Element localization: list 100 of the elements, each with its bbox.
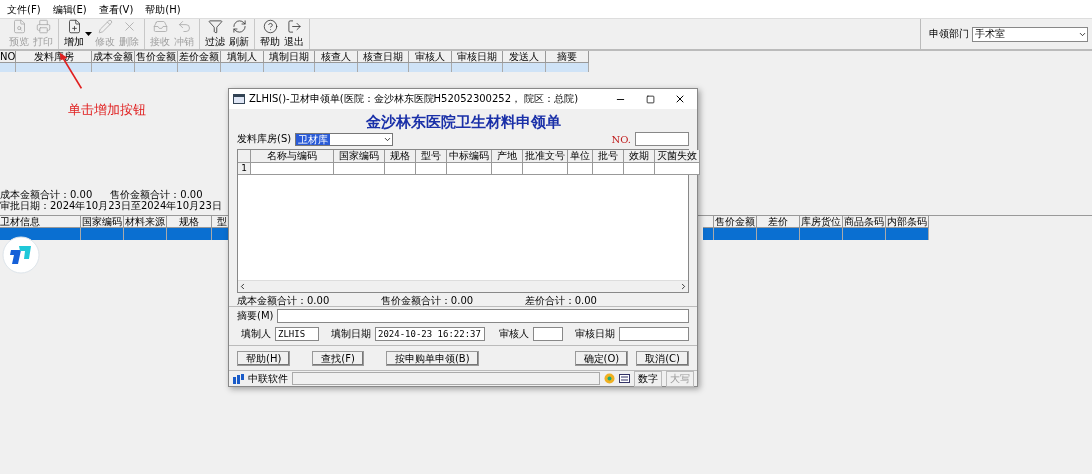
total-text: 售价金额合计：0.00	[110, 189, 203, 200]
column-header[interactable]: 发送人	[503, 51, 547, 63]
table-cell[interactable]	[492, 163, 523, 175]
table-cell[interactable]	[568, 163, 593, 175]
field-label: 申领部门	[929, 27, 969, 41]
column-header[interactable]: 填制日期	[264, 51, 316, 63]
column-header[interactable]: 规格	[385, 150, 416, 163]
toolbar-button[interactable]: 刷新	[228, 19, 250, 49]
text-field[interactable]: ZLHIS	[275, 327, 319, 341]
menu-item[interactable]: 查看(V)	[95, 3, 137, 17]
dialog-button[interactable]: 按申购单申领(B)	[385, 351, 479, 366]
menu-item[interactable]: 帮助(H)	[142, 3, 184, 17]
toolbar-button[interactable]: 过滤	[204, 19, 226, 49]
number-field[interactable]	[635, 132, 689, 146]
column-header[interactable]: 填制人	[221, 51, 265, 63]
table-cell[interactable]	[447, 163, 492, 175]
field-label: 摘要(M)	[237, 309, 274, 323]
column-header[interactable]	[703, 216, 714, 228]
table-cell[interactable]	[251, 163, 334, 175]
column-header[interactable]: 差价	[757, 216, 800, 228]
document-plus-icon	[66, 19, 82, 34]
undo-icon	[176, 19, 192, 34]
column-header[interactable]: 审核日期	[452, 51, 504, 63]
dialog-button[interactable]: 帮助(H)	[237, 351, 291, 366]
field-label: 审核人	[499, 327, 529, 341]
table-cell[interactable]	[655, 163, 700, 175]
maximize-icon	[645, 94, 655, 104]
table-cell[interactable]	[523, 163, 568, 175]
window-icon	[233, 94, 245, 104]
column-header[interactable]: 国家编码	[334, 150, 385, 163]
menu-item[interactable]: 编辑(E)	[49, 3, 90, 17]
department-select[interactable]: 手术室	[972, 26, 1088, 42]
text-field[interactable]: 2024-10-23 16:22:37	[375, 327, 485, 341]
column-header[interactable]: 国家编码	[81, 216, 124, 228]
table-cell[interactable]	[624, 163, 655, 175]
column-header[interactable]: 成本金额	[92, 51, 136, 63]
pencil-icon	[97, 19, 113, 34]
status-indicator: 大写	[666, 370, 694, 387]
toolbar-button[interactable]: 增加	[63, 19, 85, 49]
column-header[interactable]: 灭菌失效	[655, 150, 700, 163]
column-header[interactable]: 卫材信息	[0, 216, 81, 228]
brand-logo-icon	[232, 373, 244, 384]
column-header[interactable]: NO	[0, 51, 17, 63]
total-text: 成本金额合计：0.00	[0, 189, 93, 200]
annotation-text: 单击增加按钮	[68, 101, 146, 119]
caret-icon[interactable]	[85, 32, 92, 36]
column-header[interactable]: 差价金额	[178, 51, 222, 63]
column-header[interactable]: 核查人	[315, 51, 359, 63]
column-header[interactable]: 型号	[416, 150, 447, 163]
column-header[interactable]: 库房货位	[800, 216, 843, 228]
memo-field[interactable]	[277, 309, 689, 323]
text-field[interactable]	[533, 327, 563, 341]
field-label: 填制人	[241, 327, 271, 341]
inbox-icon	[152, 19, 168, 34]
total-text: 差价合计：0.00	[524, 295, 597, 306]
table-cell[interactable]	[416, 163, 447, 175]
table-row[interactable]	[703, 228, 929, 240]
store-select[interactable]: 卫材库	[295, 132, 394, 146]
column-header[interactable]: 效期	[624, 150, 655, 163]
column-header[interactable]: 核查日期	[358, 51, 410, 63]
column-header[interactable]: 产地	[492, 150, 523, 163]
column-header[interactable]: 摘要	[546, 51, 590, 63]
horizontal-scrollbar[interactable]	[238, 280, 688, 292]
column-header[interactable]: 售价金额	[135, 51, 179, 63]
column-header[interactable]: 审核人	[409, 51, 453, 63]
total-text: 售价金额合计：0.00	[380, 295, 474, 306]
dialog-button[interactable]: 确定(O)	[574, 351, 629, 366]
column-header[interactable]: 材料来源	[124, 216, 167, 228]
table-cell[interactable]	[593, 163, 624, 175]
row-number: 1	[238, 163, 251, 175]
table-cell[interactable]	[334, 163, 385, 175]
exit-door-icon	[286, 19, 302, 34]
text-field[interactable]	[619, 327, 689, 341]
filter-icon	[207, 19, 223, 34]
table-cell[interactable]	[385, 163, 416, 175]
column-header[interactable]: 中标编码	[447, 150, 492, 163]
column-header[interactable]: 规格	[167, 216, 212, 228]
field-label: 发料库房(S)	[237, 132, 292, 146]
menu-item[interactable]: 文件(F)	[4, 3, 44, 17]
column-header[interactable]: 批号	[593, 150, 624, 163]
column-header[interactable]: 批准文号	[523, 150, 568, 163]
document-search-icon	[11, 19, 27, 34]
toolbar-button[interactable]: 帮助	[259, 19, 281, 49]
window-title: ZLHIS()-卫材申领单(医院：金沙林东医院H52052300252， 院区：总院)	[249, 92, 580, 106]
column-header[interactable]: 单位	[568, 150, 593, 163]
column-header[interactable]: 名称与编码	[251, 150, 334, 163]
keyboard-icon	[619, 374, 630, 383]
brand-text: 中联软件	[248, 371, 288, 386]
dialog-button[interactable]: 查找(F)	[312, 351, 364, 366]
app-logo-icon[interactable]	[2, 236, 40, 274]
toolbar-button[interactable]: 退出	[283, 19, 305, 49]
status-indicator: 数字	[634, 370, 662, 387]
printer-icon	[35, 19, 51, 34]
column-header[interactable]: 商品条码	[843, 216, 886, 228]
column-header[interactable]: 售价金额	[714, 216, 757, 228]
column-header[interactable]: 内部条码	[886, 216, 929, 228]
column-header[interactable]	[238, 150, 251, 163]
dialog-button[interactable]: 取消(C)	[636, 351, 689, 366]
field-label: NO.	[611, 133, 631, 145]
field-label: 审核日期	[575, 327, 615, 341]
